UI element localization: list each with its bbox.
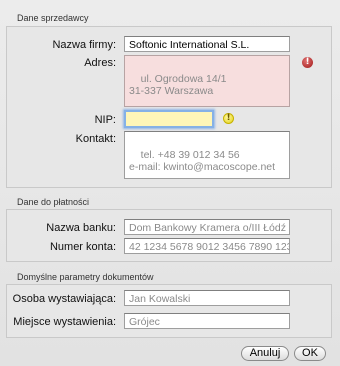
- contact-placeholder: tel. +48 39 012 34 56 e-mail: kwinto@mac…: [129, 149, 276, 173]
- issuer-placeholder: Jan Kowalski: [129, 293, 191, 305]
- account-number-placeholder: 42 1234 5678 9012 3456 7890 1234: [129, 241, 290, 253]
- issue-place-label: Miejsce wystawienia:: [13, 316, 116, 328]
- nip-label: NIP:: [94, 114, 116, 126]
- company-name-label: Nazwa firmy:: [52, 39, 116, 51]
- payment-group: [6, 209, 332, 262]
- company-name-value: Softonic International S.L.: [129, 39, 250, 51]
- account-number-label: Numer konta:: [49, 241, 116, 253]
- company-name-field[interactable]: Softonic International S.L.: [124, 36, 290, 52]
- account-number-field[interactable]: 42 1234 5678 9012 3456 7890 1234: [124, 238, 290, 254]
- defaults-group-title: Domyślne parametry dokumentów: [17, 272, 154, 282]
- error-icon: !: [302, 57, 313, 68]
- warning-icon: !: [223, 113, 234, 124]
- nip-field[interactable]: [124, 110, 214, 128]
- seller-settings-dialog: Dane sprzedawcy Nazwa firmy: Softonic In…: [0, 0, 340, 366]
- issue-place-placeholder: Grójec: [129, 316, 160, 328]
- issue-place-field[interactable]: Grójec: [124, 313, 290, 329]
- address-placeholder: ul. Ogrodowa 14/1 31-337 Warszawa: [129, 73, 227, 97]
- ok-button[interactable]: OK: [294, 346, 326, 361]
- contact-field[interactable]: tel. +48 39 012 34 56 e-mail: kwinto@mac…: [124, 131, 290, 179]
- contact-label: Kontakt:: [75, 133, 116, 145]
- address-label: Adres:: [84, 57, 116, 69]
- address-field[interactable]: ul. Ogrodowa 14/1 31-337 Warszawa: [124, 55, 290, 107]
- cancel-button[interactable]: Anuluj: [241, 346, 289, 361]
- bank-name-placeholder: Dom Bankowy Kramera o/III Łódź: [129, 222, 286, 234]
- payment-group-title: Dane do płatności: [17, 197, 90, 207]
- bank-name-label: Nazwa banku:: [46, 222, 116, 234]
- seller-group-title: Dane sprzedawcy: [17, 13, 89, 23]
- bank-name-field[interactable]: Dom Bankowy Kramera o/III Łódź: [124, 219, 290, 235]
- issuer-label: Osoba wystawiająca:: [12, 293, 116, 305]
- issuer-field[interactable]: Jan Kowalski: [124, 290, 290, 306]
